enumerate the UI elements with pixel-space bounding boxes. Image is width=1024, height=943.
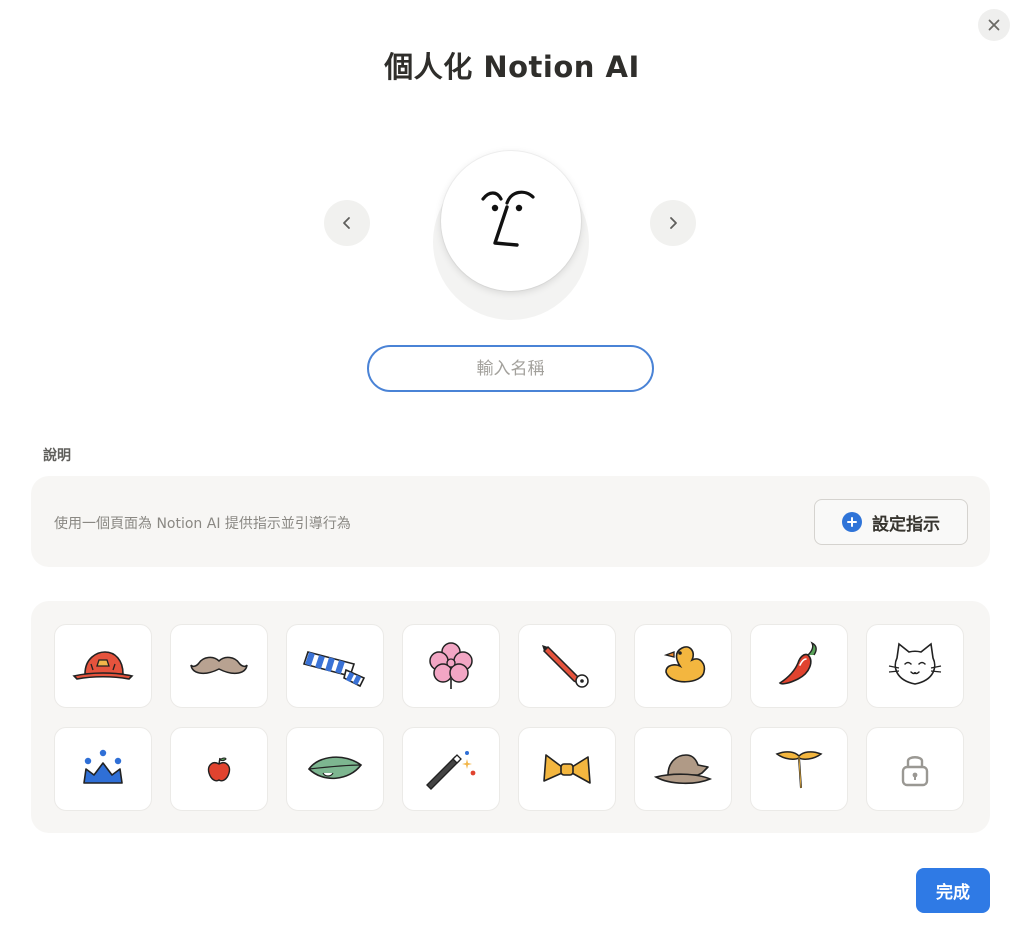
close-icon: [988, 19, 1000, 31]
apple-icon: [207, 757, 231, 782]
set-instructions-label: 設定指示: [872, 514, 940, 535]
cat-face-icon: [888, 642, 942, 685]
next-avatar-button[interactable]: [650, 200, 696, 246]
accessory-tile[interactable]: [866, 624, 964, 708]
accessory-tile[interactable]: [750, 624, 848, 708]
accessory-tile[interactable]: [518, 727, 616, 811]
accessory-tile[interactable]: [170, 727, 268, 811]
duck-icon: [663, 646, 706, 683]
accessory-tile[interactable]: [54, 727, 152, 811]
description-text: 使用一個頁面為 Notion AI 提供指示並引導行為: [54, 516, 351, 532]
dialog-title: 個人化 Notion AI: [384, 50, 640, 84]
witch-hat-icon: [653, 754, 713, 785]
name-input[interactable]: [367, 345, 654, 392]
chevron-right-icon: [670, 217, 677, 229]
magic-wand-icon: [426, 751, 476, 790]
accessory-tile[interactable]: [402, 727, 500, 811]
lock-icon: [901, 756, 929, 787]
accessory-tile[interactable]: [286, 727, 384, 811]
flower-icon: [429, 642, 473, 689]
accessory-tile[interactable]: [518, 624, 616, 708]
avatar: [441, 151, 581, 291]
accessory-tile[interactable]: [402, 624, 500, 708]
striped-scarf-icon: [302, 651, 366, 688]
accessory-tile[interactable]: [170, 624, 268, 708]
accessory-tile[interactable]: [286, 624, 384, 708]
mustache-icon: [190, 656, 248, 675]
accessory-tile[interactable]: [634, 727, 732, 811]
accessory-tile[interactable]: [750, 727, 848, 811]
ai-face-icon: [481, 190, 535, 247]
done-button[interactable]: 完成: [916, 868, 990, 913]
description-panel: 使用一個頁面為 Notion AI 提供指示並引導行為 設定指示: [31, 476, 990, 567]
set-instructions-button[interactable]: 設定指示: [814, 499, 968, 545]
plus-circle-icon: [842, 512, 862, 532]
leaf-icon: [307, 756, 363, 780]
pencil-icon: [542, 645, 589, 688]
blue-crown-icon: [83, 749, 123, 784]
chevron-left-icon: [343, 217, 350, 229]
accessory-tile[interactable]: [634, 624, 732, 708]
red-hat-icon: [72, 651, 134, 680]
accessory-tile-locked[interactable]: [866, 727, 964, 811]
propeller-icon: [775, 751, 823, 789]
previous-avatar-button[interactable]: [324, 200, 370, 246]
accessory-tile[interactable]: [54, 624, 152, 708]
chili-pepper-icon: [778, 641, 817, 685]
description-label: 說明: [43, 448, 71, 464]
bow-tie-icon: [543, 754, 591, 784]
close-button[interactable]: [978, 9, 1010, 41]
accessory-grid: [31, 601, 990, 833]
